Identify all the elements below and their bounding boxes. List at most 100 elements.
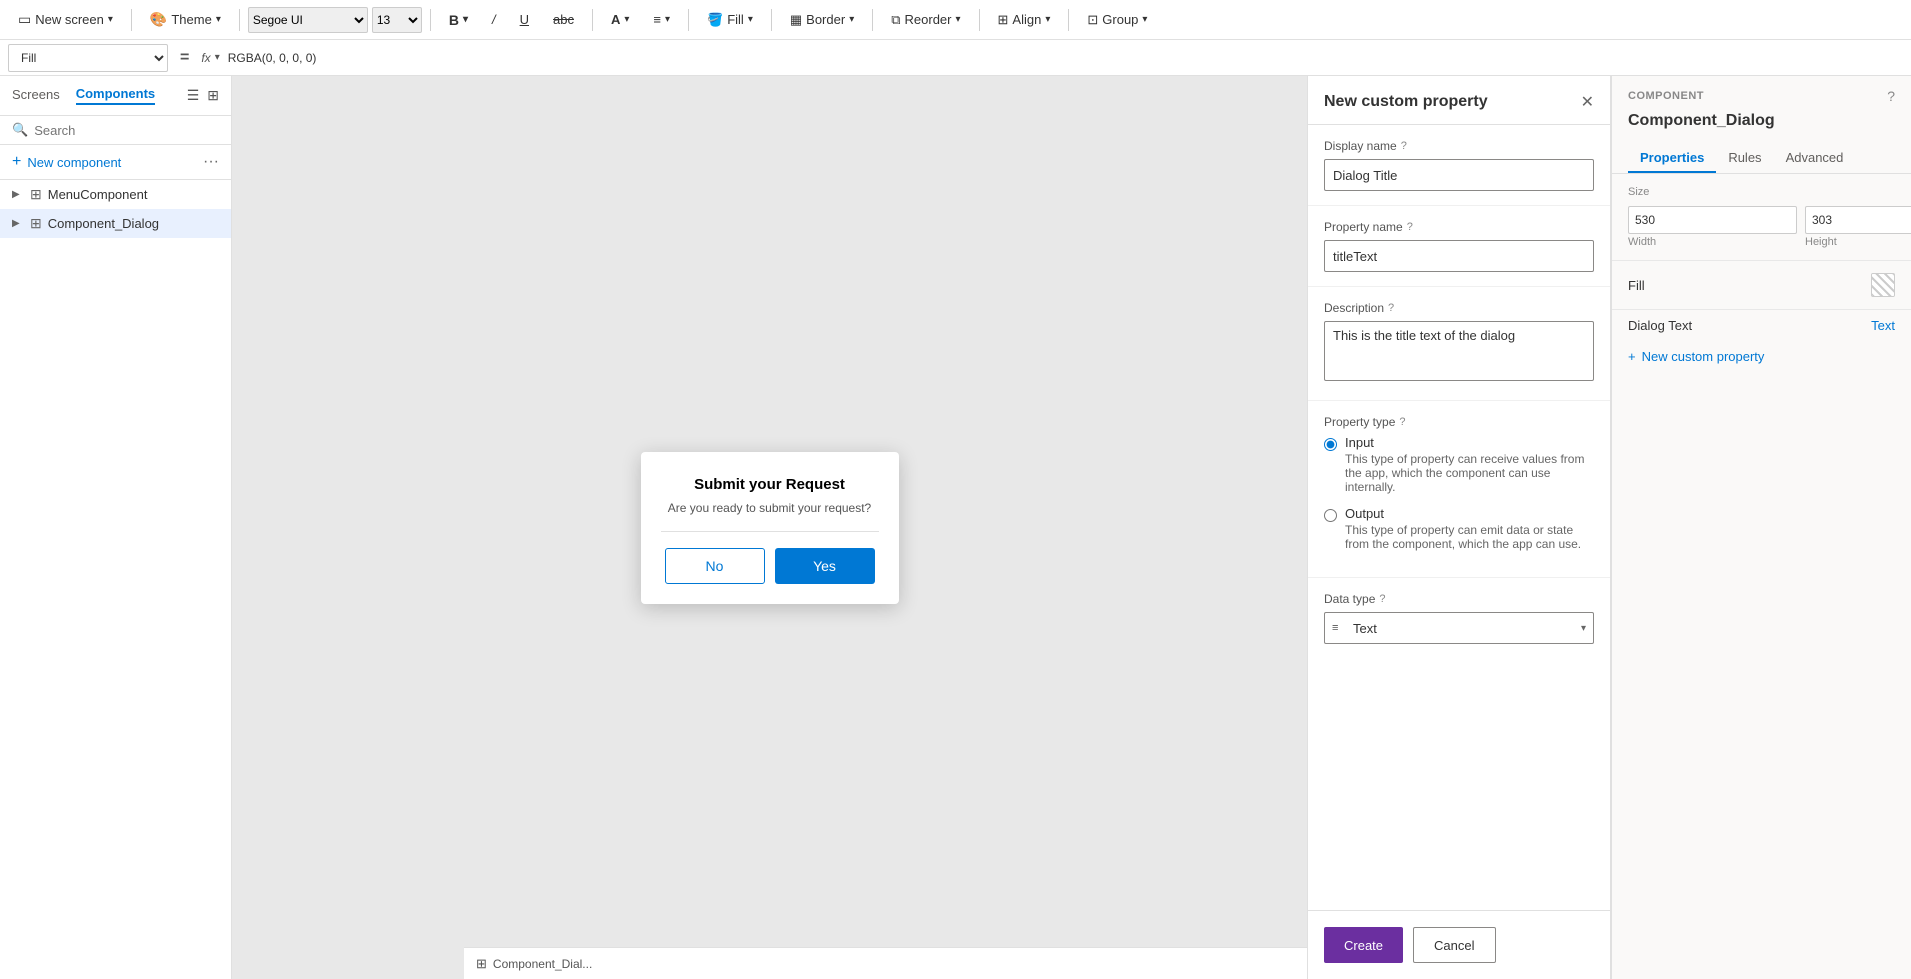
group-button[interactable]: ⊡ Group ▾ bbox=[1077, 4, 1157, 36]
tab-components[interactable]: Components bbox=[76, 86, 155, 105]
create-button[interactable]: Create bbox=[1324, 927, 1403, 963]
data-type-help-icon[interactable]: ? bbox=[1379, 593, 1385, 605]
canvas-dialog-title: Submit your Request bbox=[661, 476, 879, 493]
width-input[interactable] bbox=[1628, 206, 1797, 234]
property-name-help-icon[interactable]: ? bbox=[1407, 221, 1413, 233]
formula-property-dropdown[interactable]: Fill bbox=[8, 44, 168, 72]
input-radio-option: Input This type of property can receive … bbox=[1324, 435, 1594, 494]
separator-8 bbox=[979, 9, 980, 31]
font-size-dropdown[interactable]: 13 bbox=[372, 7, 422, 33]
left-tabs: Screens Components ☰ ⊞ bbox=[0, 76, 231, 116]
font-family-dropdown[interactable]: Segoe UI bbox=[248, 7, 368, 33]
modal-title: New custom property bbox=[1324, 93, 1488, 111]
bold-chevron-icon: ▾ bbox=[463, 14, 468, 25]
property-name-section: Property name ? bbox=[1308, 206, 1610, 287]
align-menu-button[interactable]: ⊞ Align ▾ bbox=[988, 4, 1061, 36]
border-icon: ▦ bbox=[790, 12, 802, 28]
group-label: Group bbox=[1102, 12, 1138, 27]
height-label: Height bbox=[1805, 236, 1911, 248]
right-panel-header: COMPONENT ? bbox=[1612, 76, 1911, 112]
dialog-text-label: Dialog Text bbox=[1628, 318, 1692, 333]
top-toolbar: ▭ New screen ▾ 🎨 Theme ▾ Segoe UI 13 B ▾… bbox=[0, 0, 1911, 40]
canvas-no-button[interactable]: No bbox=[665, 548, 765, 584]
description-help-icon[interactable]: ? bbox=[1388, 302, 1394, 314]
fill-section: Fill bbox=[1612, 261, 1911, 310]
search-input[interactable] bbox=[34, 123, 219, 138]
font-color-chevron-icon: ▾ bbox=[624, 14, 629, 25]
canvas-area: Submit your Request Are you ready to sub… bbox=[232, 76, 1307, 979]
list-view-icon[interactable]: ☰ bbox=[187, 87, 200, 104]
description-textarea[interactable]: This is the title text of the dialog bbox=[1324, 321, 1594, 381]
search-box: 🔍 bbox=[0, 116, 231, 145]
right-panel: COMPONENT ? Component_Dialog Properties … bbox=[1611, 76, 1911, 979]
output-radio-desc: This type of property can emit data or s… bbox=[1345, 523, 1594, 551]
formula-fx-button[interactable]: fx ▾ bbox=[201, 51, 219, 65]
property-type-help-icon[interactable]: ? bbox=[1399, 416, 1405, 428]
expand-arrow-icon: ▶ bbox=[12, 189, 24, 200]
bold-button[interactable]: B ▾ bbox=[439, 4, 478, 36]
align-button[interactable]: ≡ ▾ bbox=[643, 4, 680, 36]
new-component-row[interactable]: + New component ··· bbox=[0, 145, 231, 180]
right-tabs: Properties Rules Advanced bbox=[1612, 142, 1911, 174]
tab-advanced[interactable]: Advanced bbox=[1774, 142, 1856, 173]
separator-1 bbox=[131, 9, 132, 31]
bottom-bar: ⊞ Component_Dial... bbox=[464, 947, 1307, 979]
tab-screens[interactable]: Screens bbox=[12, 87, 60, 104]
fill-chevron-icon: ▾ bbox=[748, 14, 753, 25]
theme-button[interactable]: 🎨 Theme ▾ bbox=[140, 4, 231, 36]
new-custom-property-row[interactable]: + New custom property bbox=[1612, 341, 1911, 372]
screen-icon: ▭ bbox=[18, 11, 31, 28]
align-chevron-icon: ▾ bbox=[665, 14, 670, 25]
underline-button[interactable]: U bbox=[510, 4, 539, 36]
separator-5 bbox=[688, 9, 689, 31]
height-input[interactable] bbox=[1805, 206, 1911, 234]
underline-label: U bbox=[520, 12, 529, 27]
fill-button[interactable]: 🪣 Fill ▾ bbox=[697, 4, 763, 36]
left-panel: Screens Components ☰ ⊞ 🔍 + New component… bbox=[0, 76, 232, 979]
display-name-section: Display name ? bbox=[1308, 125, 1610, 206]
component-icon-2: ⊞ bbox=[30, 215, 42, 232]
formula-input[interactable] bbox=[228, 44, 1903, 72]
border-button[interactable]: ▦ Border ▾ bbox=[780, 4, 864, 36]
separator-6 bbox=[771, 9, 772, 31]
tree-item-component-dialog[interactable]: ▶ ⊞ Component_Dialog bbox=[0, 209, 231, 238]
more-options-icon[interactable]: ··· bbox=[203, 153, 219, 171]
input-radio[interactable] bbox=[1324, 438, 1337, 451]
property-name-label: Property name ? bbox=[1324, 220, 1594, 234]
canvas-yes-button[interactable]: Yes bbox=[775, 548, 875, 584]
fill-color-swatch[interactable] bbox=[1871, 273, 1895, 297]
italic-button[interactable]: / bbox=[482, 4, 506, 36]
right-panel-help-icon[interactable]: ? bbox=[1887, 88, 1895, 104]
bottom-component-label: Component_Dial... bbox=[493, 957, 592, 971]
output-option-content: Output This type of property can emit da… bbox=[1345, 506, 1594, 551]
font-color-button[interactable]: A ▾ bbox=[601, 4, 639, 36]
formula-bar: Fill = fx ▾ bbox=[0, 40, 1911, 76]
theme-chevron-icon: ▾ bbox=[216, 14, 221, 25]
grid-view-icon[interactable]: ⊞ bbox=[207, 87, 219, 104]
tab-rules[interactable]: Rules bbox=[1716, 142, 1773, 173]
reorder-button[interactable]: ⧉ Reorder ▾ bbox=[881, 4, 970, 36]
add-icon: + bbox=[12, 153, 21, 171]
strikethrough-button[interactable]: abc bbox=[543, 4, 584, 36]
modal-header: New custom property ✕ bbox=[1308, 76, 1610, 125]
input-radio-label: Input bbox=[1345, 435, 1594, 450]
dialog-text-value[interactable]: Text bbox=[1871, 318, 1895, 333]
new-screen-button[interactable]: ▭ New screen ▾ bbox=[8, 4, 123, 36]
output-radio[interactable] bbox=[1324, 509, 1337, 522]
display-name-help-icon[interactable]: ? bbox=[1401, 140, 1407, 152]
modal-close-button[interactable]: ✕ bbox=[1581, 92, 1594, 112]
cancel-button[interactable]: Cancel bbox=[1413, 927, 1495, 963]
size-row: Width Height bbox=[1628, 206, 1895, 248]
property-name-input[interactable] bbox=[1324, 240, 1594, 272]
search-icon: 🔍 bbox=[12, 122, 28, 138]
data-type-dropdown[interactable]: Text Number Boolean Color Record Table I… bbox=[1324, 612, 1594, 644]
separator-9 bbox=[1068, 9, 1069, 31]
group-icon: ⊡ bbox=[1087, 12, 1098, 28]
tree-label-menu-component: MenuComponent bbox=[48, 187, 148, 202]
tree-item-menu-component[interactable]: ▶ ⊞ MenuComponent bbox=[0, 180, 231, 209]
dialog-text-row: Dialog Text Text bbox=[1612, 310, 1911, 341]
display-name-input[interactable] bbox=[1324, 159, 1594, 191]
component-section-label: COMPONENT bbox=[1628, 90, 1704, 102]
tab-properties[interactable]: Properties bbox=[1628, 142, 1716, 173]
size-section-title: Size bbox=[1628, 186, 1895, 198]
